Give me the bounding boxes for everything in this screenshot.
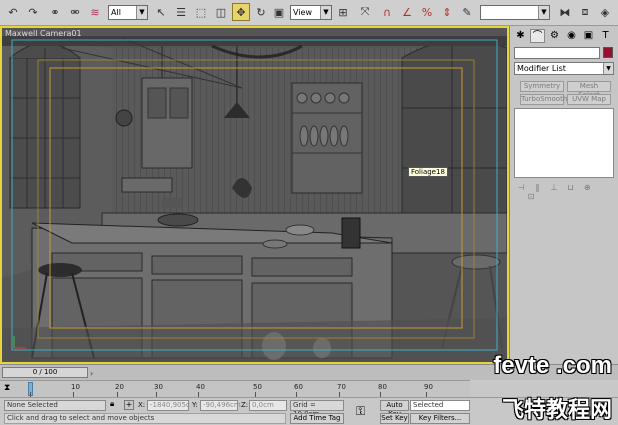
x-label: X: (138, 401, 146, 409)
key-mode-dropdown[interactable]: Selected (410, 400, 470, 411)
undo-icon[interactable]: ↶ (4, 3, 22, 21)
window-crossing-icon[interactable]: ◫ (212, 3, 230, 21)
stack-tools: ⊣ ‖ ⊥ ⊔ ⊕ ⊡ (514, 183, 614, 201)
use-pivot-icon[interactable]: ⊞ (334, 3, 352, 21)
x-coordinate-field[interactable]: -1840,905c (147, 400, 190, 411)
pin-stack-icon[interactable]: ⊣ (514, 183, 528, 192)
reference-coord-dropdown[interactable]: View ▼ (290, 5, 332, 20)
z-label: Z: (241, 401, 249, 409)
select-move-icon[interactable]: ✥ (232, 3, 250, 21)
named-selection-dropdown[interactable]: ▼ (480, 5, 550, 20)
auto-key-button[interactable]: Auto Key (380, 400, 409, 418)
set-key-button[interactable]: Set Key (380, 413, 409, 424)
modify-tab-icon[interactable]: ⌒ (530, 29, 545, 43)
redo-icon[interactable]: ↷ (24, 3, 42, 21)
tick-label: 30 (154, 383, 163, 391)
z-coordinate-field[interactable]: 0,0cm (249, 400, 287, 411)
chevron-down-icon: ▼ (538, 6, 549, 19)
mesh-select-button[interactable]: Mesh Select (567, 81, 611, 99)
y-coordinate-field[interactable]: -90,496cm (200, 400, 241, 411)
add-time-tag-button[interactable]: Add Time Tag (290, 413, 344, 424)
select-manipulate-icon[interactable]: ⤧ (356, 3, 374, 21)
command-panel: ✱ ⌒ ⚙ ◉ ▣ T Modifier List ▼ Symmetry Mes… (509, 26, 618, 364)
watermark-site: fevte .com (493, 352, 612, 379)
select-scale-icon[interactable]: ▣ (270, 3, 288, 21)
tick-label: 60 (294, 383, 303, 391)
display-tab-icon[interactable]: ▣ (581, 29, 596, 43)
main-toolbar: ↶ ↷ ⚭ ⚮ ≋ All ▼ ↖ ☰ ⬚ ◫ ✥ ↻ ▣ View ▼ ⊞ ⤧… (0, 0, 618, 26)
rect-selection-icon[interactable]: ⬚ (192, 3, 210, 21)
reference-coord-value: View (293, 8, 312, 17)
configure-icon[interactable]: ⊡ (524, 192, 538, 201)
angle-snap-icon[interactable]: ∠ (398, 3, 416, 21)
show-end-result-icon[interactable]: ‖ (531, 183, 545, 192)
select-object-icon[interactable]: ↖ (152, 3, 170, 21)
symmetry-button[interactable]: Symmetry (520, 81, 564, 92)
select-by-name-icon[interactable]: ☰ (172, 3, 190, 21)
motion-tab-icon[interactable]: ◉ (564, 29, 579, 43)
select-link-icon[interactable]: ⚭ (46, 3, 64, 21)
layer-icon[interactable]: ◈ (596, 3, 614, 21)
kitchen-scene-render (2, 28, 507, 362)
viewport-label[interactable]: Maxwell Camera01 (5, 29, 82, 38)
object-name-field[interactable] (514, 47, 600, 59)
tick-label: 10 (71, 383, 80, 391)
chevron-down-icon: ▼ (603, 63, 613, 74)
align-icon[interactable]: ⧈ (576, 3, 594, 21)
tick-label: 20 (115, 383, 124, 391)
unlink-icon[interactable]: ⚮ (66, 3, 84, 21)
next-frame-icon[interactable]: › (90, 369, 93, 378)
object-color-swatch[interactable] (603, 47, 613, 58)
track-bar[interactable]: ⧗ 10 20 30 40 50 60 70 80 90 (0, 380, 470, 397)
selection-status: None Selected (4, 400, 106, 411)
turbosmooth-button[interactable]: TurboSmooth (520, 94, 567, 105)
selection-filter-dropdown[interactable]: All ▼ (108, 5, 148, 20)
key-icon[interactable]: ⚿ (356, 404, 365, 419)
mirror-icon[interactable]: ⧓ (556, 3, 574, 21)
modifier-list-label: Modifier List (517, 64, 566, 73)
watermark-chinese: 飞特教程网 (501, 398, 612, 423)
grid-size-display: Grid = 10,0cm (290, 400, 344, 418)
uvw-map-button[interactable]: UVW Map (567, 94, 611, 105)
selection-filter-value: All (111, 8, 121, 17)
select-rotate-icon[interactable]: ↻ (252, 3, 270, 21)
snap-toggle-icon[interactable]: ∩ (378, 3, 396, 21)
remove-modifier-icon[interactable]: ⊔ (564, 183, 578, 192)
camera-viewport[interactable]: Maxwell Camera01 Foliage18 (0, 26, 509, 364)
create-tab-icon[interactable]: ✱ (513, 29, 528, 43)
edit-named-sel-icon[interactable]: ✎ (458, 3, 476, 21)
bind-spacewarp-icon[interactable]: ≋ (86, 3, 104, 21)
utilities-tab-icon[interactable]: T (598, 29, 613, 43)
hierarchy-tab-icon[interactable]: ⚙ (547, 29, 562, 43)
make-unique-icon[interactable]: ⊥ (547, 183, 561, 192)
modifier-stack[interactable] (514, 108, 614, 178)
tick-label: 40 (196, 383, 205, 391)
prompt-line: Click and drag to select and move object… (4, 413, 286, 424)
lock-selection-icon[interactable]: 🔒︎ (110, 399, 114, 409)
mini-curve-editor-icon[interactable]: ⧗ (4, 383, 10, 393)
absolute-mode-icon[interactable]: + (124, 400, 134, 410)
spinner-snap-icon[interactable]: ⇕ (438, 3, 456, 21)
chevron-down-icon: ▼ (136, 6, 147, 19)
tick-label: 50 (253, 383, 262, 391)
percent-snap-icon[interactable]: % (418, 3, 436, 21)
chevron-down-icon: ▼ (320, 6, 331, 19)
key-filters-button[interactable]: Key Filters... (410, 413, 470, 424)
configure-sets-icon[interactable]: ⊕ (580, 183, 594, 192)
modifier-list-dropdown[interactable]: Modifier List ▼ (514, 62, 614, 75)
time-slider-thumb[interactable]: 0 / 100 (2, 367, 88, 378)
tick-label: 80 (378, 383, 387, 391)
tick-label: 70 (337, 383, 346, 391)
object-tooltip: Foliage18 (408, 167, 448, 177)
tick-label: 90 (424, 383, 433, 391)
y-label: Y: (192, 401, 198, 409)
